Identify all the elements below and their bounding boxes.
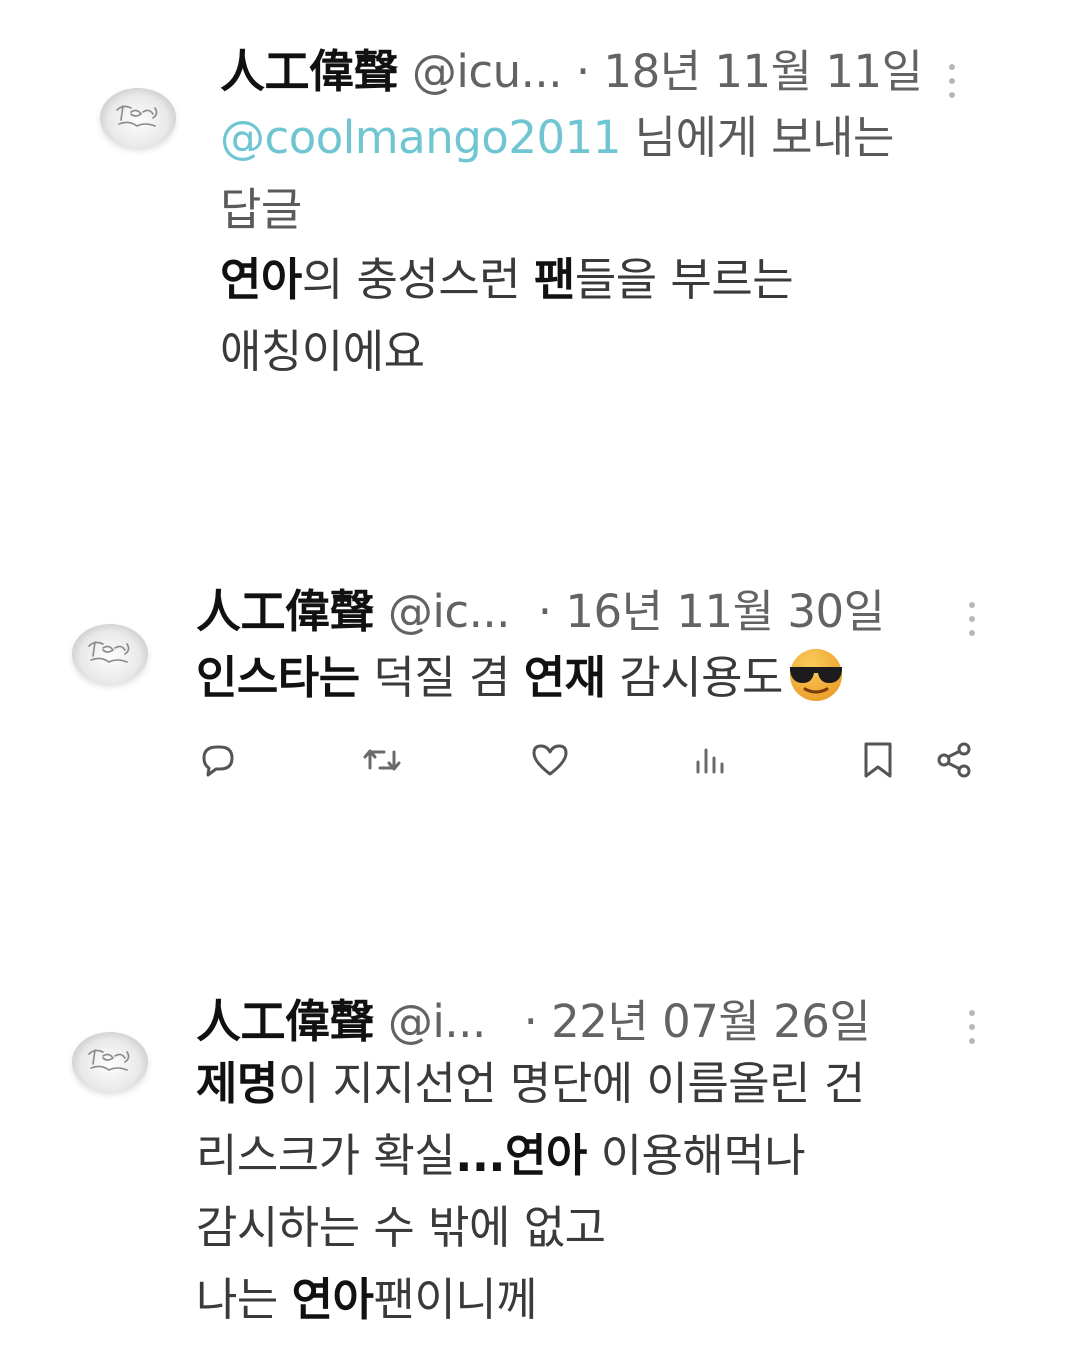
bookmark-icon[interactable] xyxy=(856,738,900,782)
tweet-header: 人工偉聲 @i... · 22년 07월 26일 xyxy=(196,994,871,1050)
reply-to-line: @coolmango2011 님에게 보내는 답글 xyxy=(220,111,894,236)
action-bar xyxy=(0,738,1080,798)
tweet-text: 제명이 지지선언 명단에 이름올린 건 리스크가 확실...연아 이용해먹나 감… xyxy=(196,1057,865,1326)
tweet-date[interactable]: · 18년 11월 11일 xyxy=(576,45,923,98)
avatar[interactable] xyxy=(72,1032,148,1092)
display-name[interactable]: 人工偉聲 xyxy=(196,585,375,638)
like-icon[interactable] xyxy=(528,738,572,782)
tweet-1[interactable]: 人工偉聲 @icu... · 18년 11월 11일 @coolmango201… xyxy=(0,0,1080,440)
display-name[interactable]: 人工偉聲 xyxy=(220,45,399,98)
tweet-3[interactable]: 人工偉聲 @i... · 22년 07월 26일 제명이 지지선언 명단에 이름… xyxy=(0,980,1080,1367)
avatar[interactable] xyxy=(72,624,148,684)
more-options-icon[interactable] xyxy=(946,64,958,98)
avatar[interactable] xyxy=(100,88,176,148)
handle[interactable]: @i... xyxy=(388,995,486,1048)
tweet-date[interactable]: · 22년 07월 26일 xyxy=(524,995,871,1048)
avatar-logo-icon xyxy=(88,641,130,663)
display-name[interactable]: 人工偉聲 xyxy=(196,995,375,1048)
more-options-icon[interactable] xyxy=(966,1010,978,1044)
tweet-header: 人工偉聲 @ic... · 16년 11월 30일 xyxy=(196,584,885,640)
tweet-header: 人工偉聲 @icu... · 18년 11월 11일 xyxy=(220,44,923,100)
more-options-icon[interactable] xyxy=(966,602,978,636)
reply-icon[interactable] xyxy=(196,738,240,782)
mention-link[interactable]: @coolmango2011 xyxy=(220,111,621,164)
handle[interactable]: @icu... xyxy=(412,45,563,98)
tweet-2[interactable]: 人工偉聲 @ic... · 16년 11월 30일 인스타는 덕질 겸 연재 감… xyxy=(0,560,1080,820)
sunglasses-emoji-icon xyxy=(789,649,842,701)
avatar-logo-icon xyxy=(116,105,158,127)
tweet-text: 연아의 충성스런 팬들을 부르는 애칭이에요 xyxy=(220,253,794,378)
handle[interactable]: @ic... xyxy=(388,585,511,638)
views-icon[interactable] xyxy=(688,738,732,782)
tweet-text: 인스타는 덕질 겸 연재 감시용도 xyxy=(196,642,847,714)
share-icon[interactable] xyxy=(932,738,976,782)
retweet-icon[interactable] xyxy=(360,738,404,782)
tweet-date[interactable]: · 16년 11월 30일 xyxy=(538,585,885,638)
avatar-logo-icon xyxy=(88,1049,130,1071)
